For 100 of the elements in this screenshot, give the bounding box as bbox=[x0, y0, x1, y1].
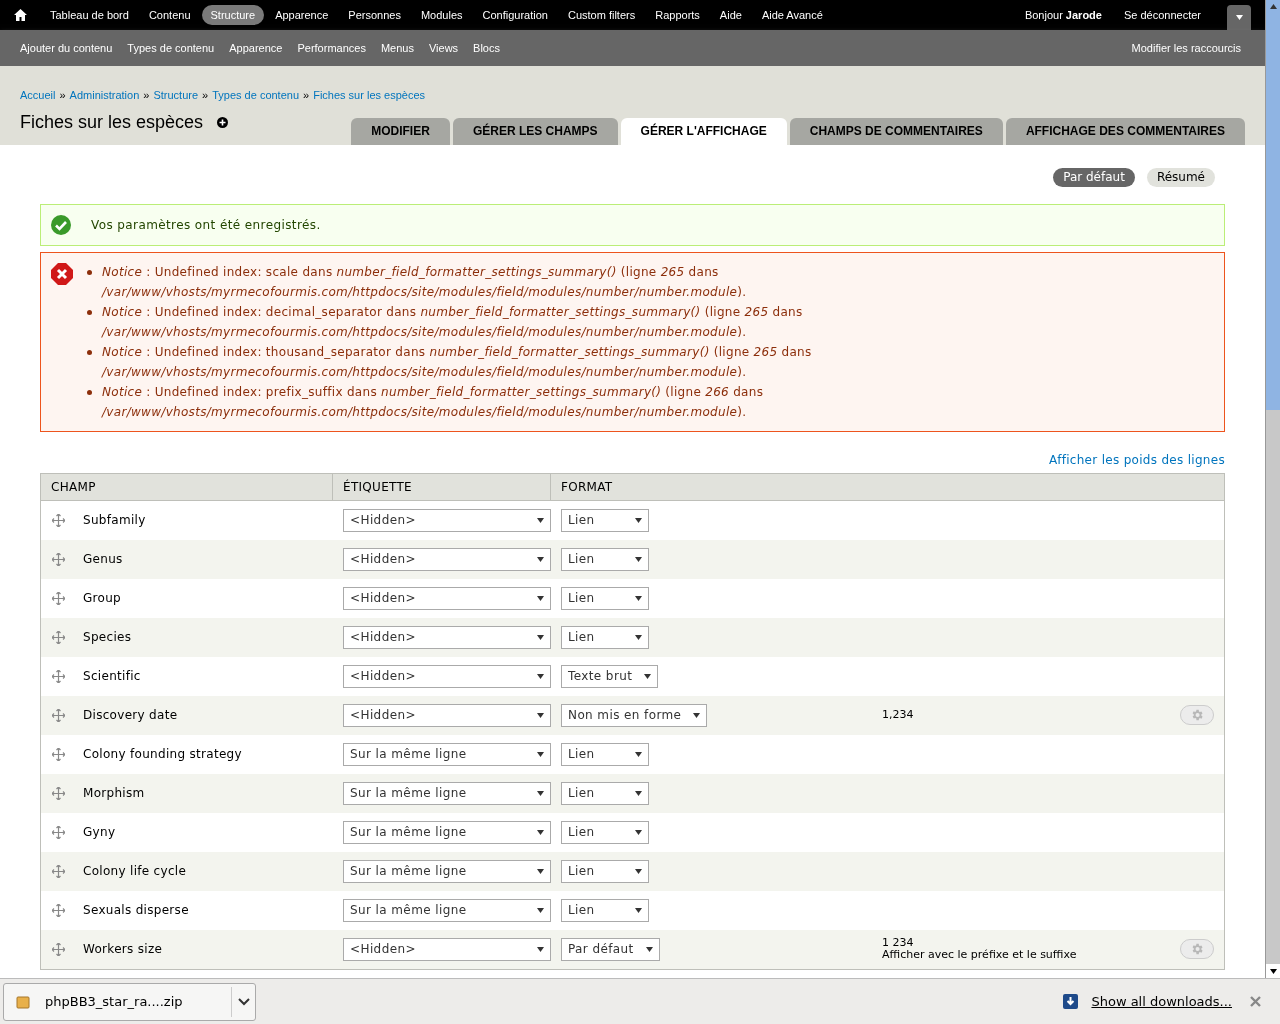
tab[interactable]: GÉRER L'AFFICHAGE bbox=[620, 117, 787, 145]
drag-handle-icon[interactable] bbox=[52, 825, 65, 839]
secondary-tab[interactable]: Résumé bbox=[1146, 167, 1215, 187]
breadcrumb-link[interactable]: Types de contenu bbox=[212, 87, 300, 104]
breadcrumb-link[interactable]: Administration bbox=[69, 87, 140, 104]
field-name: Group bbox=[83, 590, 122, 607]
error-icon bbox=[51, 262, 73, 285]
format-select[interactable]: Non mis en forme bbox=[561, 703, 708, 727]
shortcut-link[interactable]: Ajouter du contenu bbox=[20, 39, 113, 57]
drag-handle-icon[interactable] bbox=[52, 552, 65, 566]
error-message: Notice : Undefined index: scale dans number_field_formatter_settings_summary() (ligne 265 dans /var/www/vhosts/myrmecofourmis.com/httpdocs/site/modules/field/modules/number/number.module). bbox=[102, 263, 748, 301]
label-select[interactable]: Sur la même ligne bbox=[343, 742, 551, 766]
drag-handle-icon[interactable] bbox=[52, 786, 65, 800]
breadcrumb-link[interactable]: Accueil bbox=[20, 87, 56, 104]
toolbar-link[interactable]: Modules bbox=[411, 4, 472, 26]
drag-handle-icon[interactable] bbox=[52, 513, 65, 527]
label-select[interactable]: Sur la même ligne bbox=[343, 820, 551, 844]
shortcut-link[interactable]: Types de contenu bbox=[127, 39, 215, 57]
drag-handle-icon[interactable] bbox=[52, 903, 65, 917]
scrollbar[interactable] bbox=[1265, 0, 1280, 978]
toolbar-link[interactable]: Structure bbox=[201, 4, 265, 26]
shortcut-link[interactable]: Blocs bbox=[473, 39, 500, 57]
column-header: ÉTIQUETTE bbox=[333, 473, 551, 500]
format-select[interactable]: Lien bbox=[561, 586, 649, 610]
breadcrumb-link[interactable]: Structure bbox=[153, 87, 199, 104]
toolbar-link[interactable]: Custom filters bbox=[558, 4, 645, 26]
shortcuts-toggle[interactable] bbox=[1227, 5, 1251, 30]
format-select[interactable]: Lien bbox=[561, 820, 649, 844]
drag-handle-icon[interactable] bbox=[52, 591, 65, 605]
show-all-downloads-link[interactable]: Show all downloads... bbox=[1091, 991, 1232, 1012]
label-select[interactable]: <Hidden> bbox=[343, 625, 551, 649]
field-name: Workers size bbox=[83, 941, 163, 958]
format-select[interactable]: Lien bbox=[561, 742, 649, 766]
toolbar-link[interactable]: Tableau de bord bbox=[41, 4, 138, 26]
breadcrumb-link[interactable]: Fiches sur les espèces bbox=[313, 87, 426, 104]
label-select[interactable]: <Hidden> bbox=[343, 937, 551, 961]
download-item[interactable]: phpBB3_star_ra....zip bbox=[3, 982, 256, 1021]
add-shortcut-icon[interactable] bbox=[217, 116, 229, 128]
dropdown-arrow-icon bbox=[645, 946, 653, 952]
toolbar-link[interactable]: Aide Avancé bbox=[752, 4, 832, 26]
toolbar-link[interactable]: Aide bbox=[710, 4, 751, 26]
label-select[interactable]: <Hidden> bbox=[343, 664, 551, 688]
tab[interactable]: MODIFIER bbox=[351, 117, 450, 145]
logout-link[interactable]: Se déconnecter bbox=[1123, 6, 1201, 24]
format-select[interactable]: Lien bbox=[561, 625, 649, 649]
dropdown-arrow-icon bbox=[537, 517, 544, 523]
drag-handle-icon[interactable] bbox=[52, 864, 65, 878]
error-message: Notice : Undefined index: decimal_separator dans number_field_formatter_settings_summary() (ligne 265 dans /var/www/vhosts/myrmecofourmis.com/httpdocs/site/modules/field/modules/number/number.module). bbox=[102, 303, 804, 341]
toolbar-link[interactable]: Rapports bbox=[646, 4, 709, 26]
label-select[interactable]: Sur la même ligne bbox=[343, 859, 551, 883]
greeting: Bonjour Jarode bbox=[1024, 7, 1102, 23]
format-select[interactable]: Lien bbox=[561, 898, 649, 922]
drag-handle-icon[interactable] bbox=[52, 708, 65, 722]
dropdown-arrow-icon bbox=[537, 829, 544, 835]
toolbar-link[interactable]: Configuration bbox=[473, 4, 557, 26]
dropdown-arrow-icon bbox=[537, 712, 544, 718]
archive-file-icon bbox=[16, 994, 30, 1009]
dropdown-arrow-icon bbox=[635, 517, 642, 523]
shortcut-link[interactable]: Performances bbox=[297, 39, 366, 57]
drag-handle-icon[interactable] bbox=[52, 942, 65, 956]
label-select[interactable]: <Hidden> bbox=[343, 547, 551, 571]
shortcut-link[interactable]: Views bbox=[428, 39, 459, 57]
drag-handle-icon[interactable] bbox=[52, 630, 65, 644]
tab[interactable]: GÉRER LES CHAMPS bbox=[452, 117, 618, 145]
format-select[interactable]: Par défaut bbox=[561, 937, 660, 961]
shortcut-link[interactable]: Menus bbox=[380, 39, 414, 57]
settings-button[interactable] bbox=[1180, 939, 1214, 959]
toolbar-link[interactable]: Personnes bbox=[339, 4, 410, 26]
toolbar-link[interactable]: Contenu bbox=[139, 4, 200, 26]
dropdown-arrow-icon bbox=[537, 868, 544, 874]
label-select[interactable]: <Hidden> bbox=[343, 586, 551, 610]
label-select[interactable]: Sur la même ligne bbox=[343, 898, 551, 922]
format-select[interactable]: Lien bbox=[561, 859, 649, 883]
tab[interactable]: AFFICHAGE DES COMMENTAIRES bbox=[1005, 117, 1245, 145]
tab[interactable]: CHAMPS DE COMMENTAIRES bbox=[789, 117, 1003, 145]
breadcrumb-separator: » bbox=[202, 88, 209, 103]
label-select[interactable]: <Hidden> bbox=[343, 703, 551, 727]
close-icon[interactable] bbox=[1250, 996, 1261, 1007]
label-select[interactable]: <Hidden> bbox=[343, 508, 551, 532]
settings-button[interactable] bbox=[1180, 705, 1214, 725]
dropdown-arrow-icon bbox=[635, 829, 642, 835]
field-name: Subfamily bbox=[83, 512, 146, 529]
field-name: Discovery date bbox=[83, 707, 178, 724]
toolbar-link[interactable]: Apparence bbox=[266, 4, 338, 26]
dropdown-arrow-icon bbox=[537, 946, 544, 952]
home-icon[interactable] bbox=[14, 9, 27, 21]
dropdown-arrow-icon bbox=[537, 790, 544, 796]
label-select[interactable]: Sur la même ligne bbox=[343, 781, 551, 805]
drag-handle-icon[interactable] bbox=[52, 669, 65, 683]
shortcut-link[interactable]: Apparence bbox=[229, 39, 283, 57]
format-select[interactable]: Texte brut bbox=[561, 664, 659, 688]
format-select[interactable]: Lien bbox=[561, 781, 649, 805]
format-summary: 1,234 bbox=[882, 709, 914, 721]
format-select[interactable]: Lien bbox=[561, 547, 649, 571]
edit-shortcuts-link[interactable]: Modifier les raccourcis bbox=[1131, 39, 1241, 57]
dropdown-arrow-icon bbox=[693, 712, 701, 718]
row-weights-link[interactable]: Afficher les poids des lignes bbox=[1049, 450, 1225, 469]
secondary-tab[interactable]: Par défaut bbox=[1053, 167, 1135, 187]
drag-handle-icon[interactable] bbox=[52, 747, 65, 761]
format-select[interactable]: Lien bbox=[561, 508, 649, 532]
